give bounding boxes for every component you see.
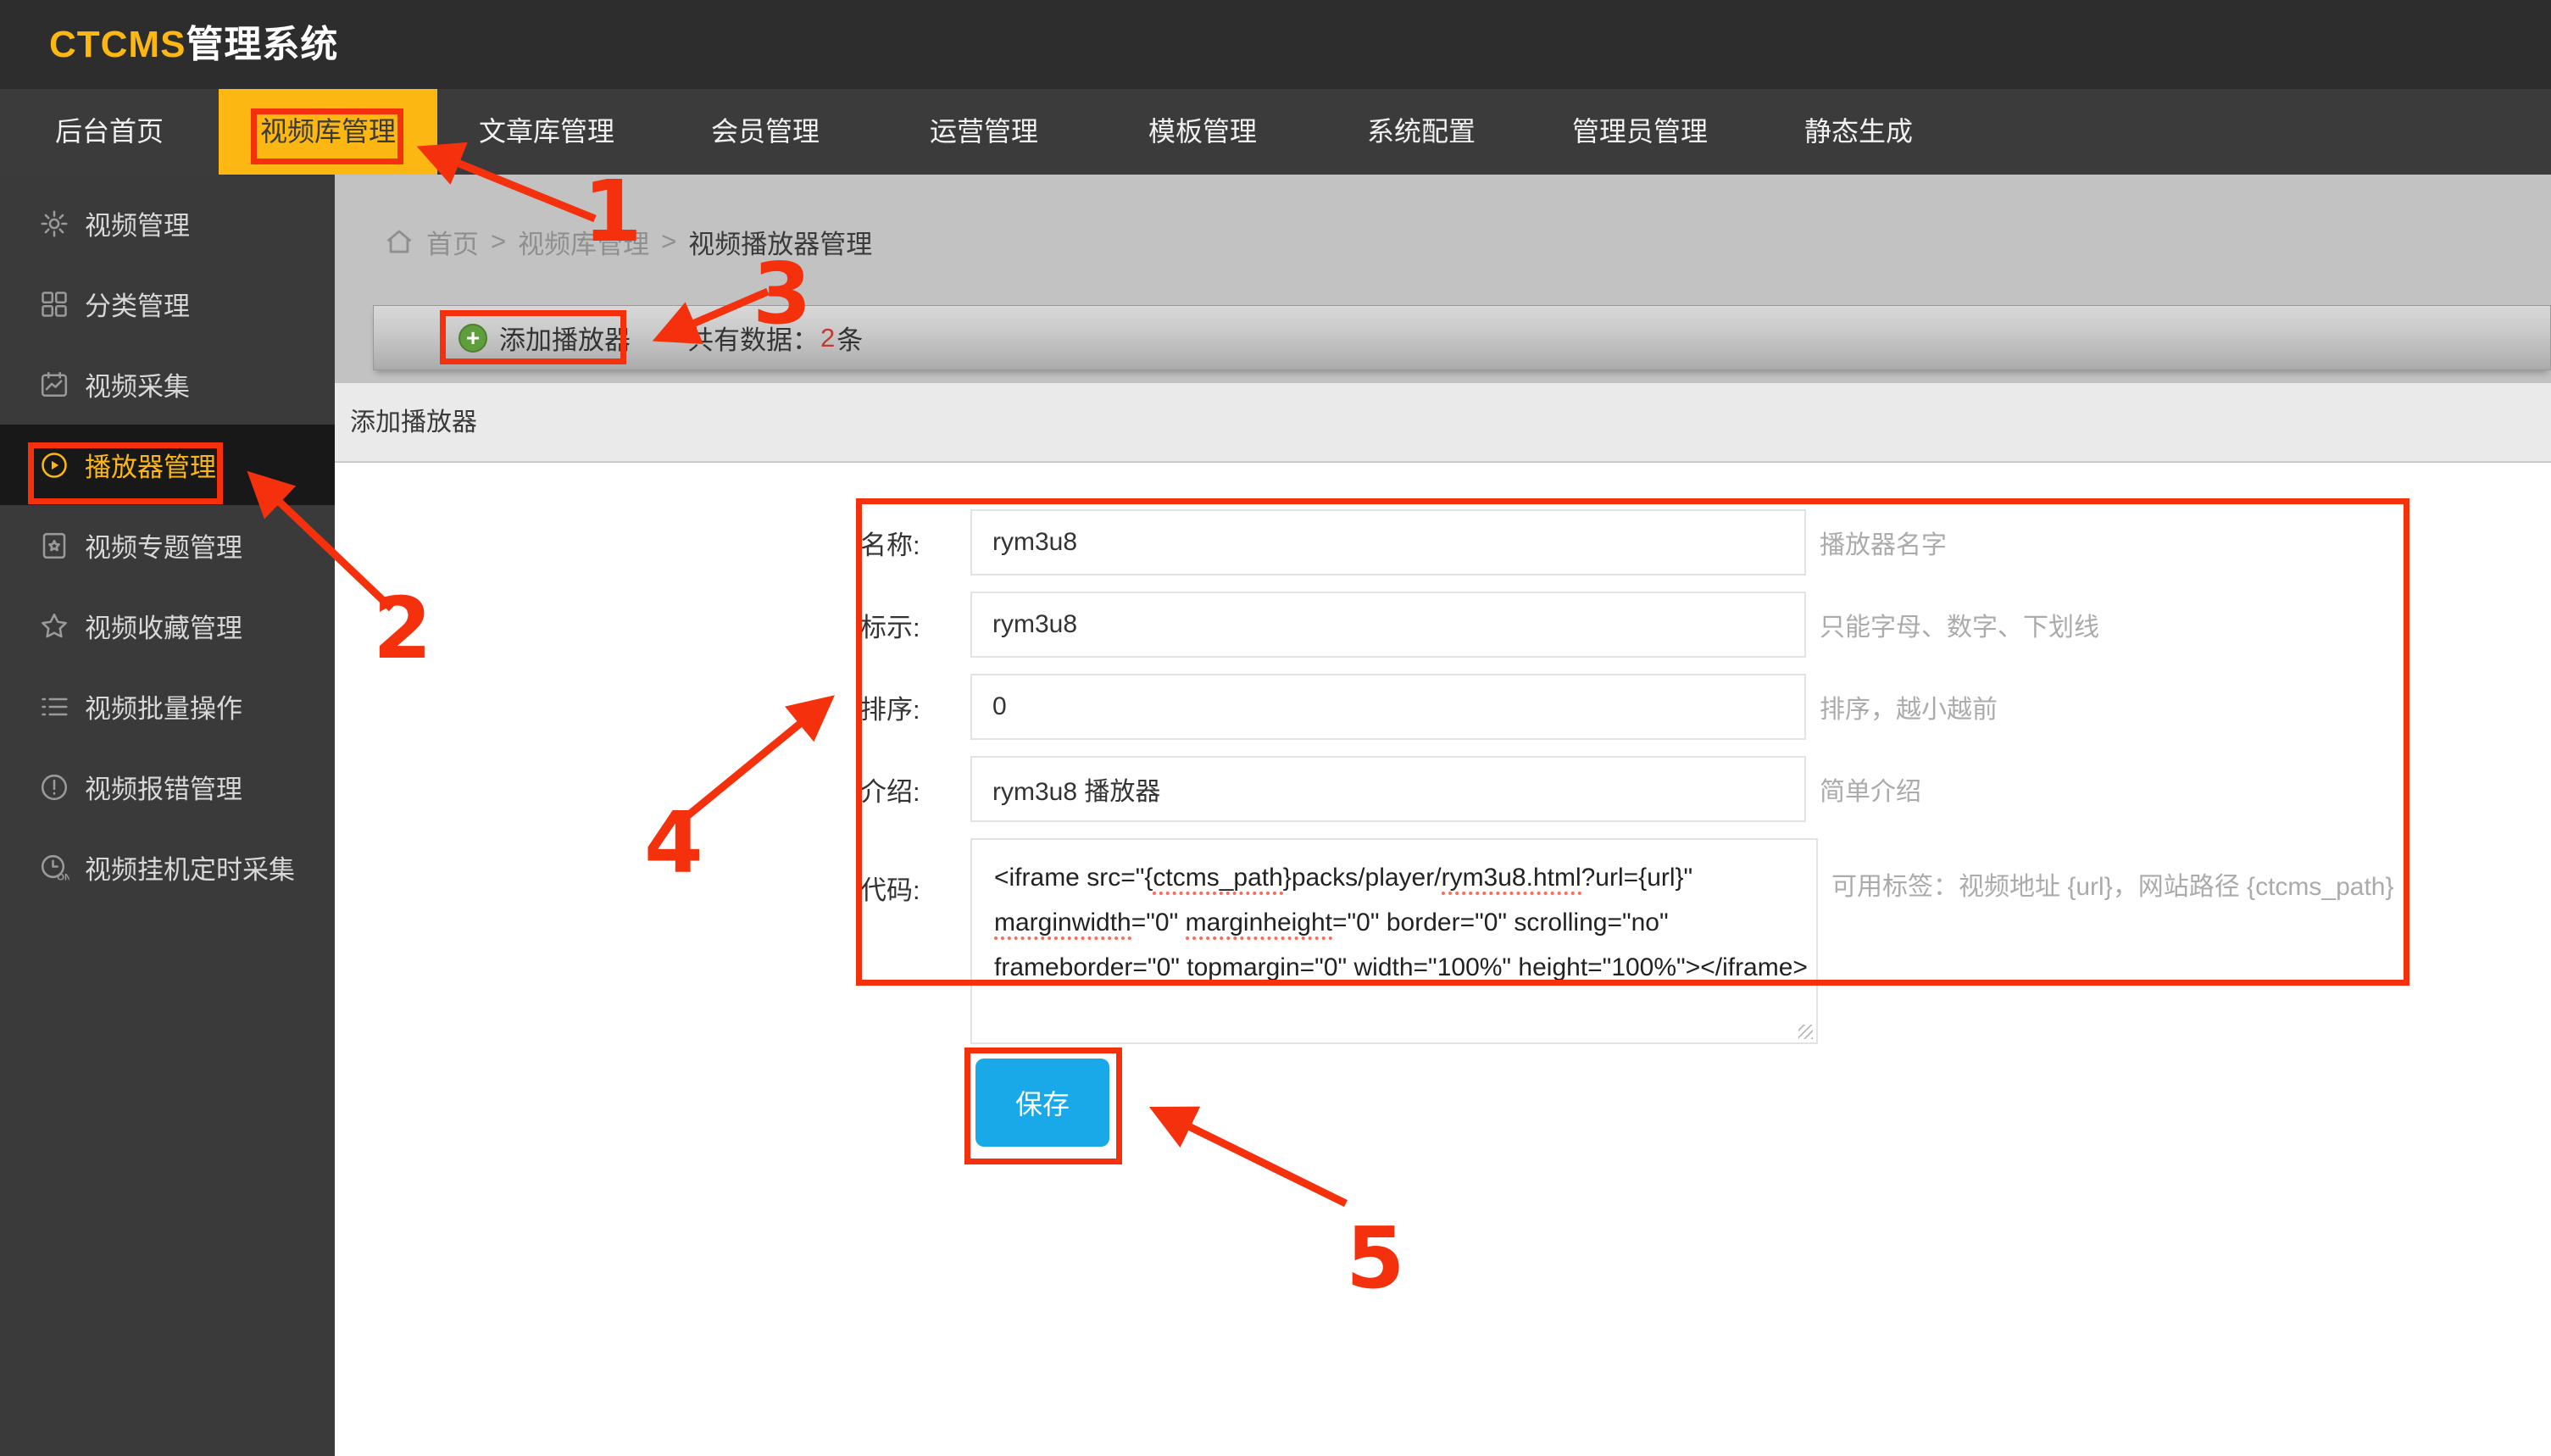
resize-handle-icon[interactable] [1798,1025,1813,1039]
main-content: 首页 > 视频库管理 > 视频播放器管理 + 添加播放器 共有数据：2条 添加播… [335,175,2551,1456]
collect-icon [39,370,69,400]
form-row-intro: 介绍: 简单介绍 [860,756,2394,822]
flag-input[interactable] [970,592,1806,658]
sidebar-item-label: 视频专题管理 [85,526,242,564]
breadcrumb-video-library[interactable]: 视频库管理 [518,223,649,261]
flag-hint: 只能字母、数字、下划线 [1820,606,2099,643]
sidebar-item-video-favorites-management[interactable]: 视频收藏管理 [0,586,335,666]
add-player-panel: 添加播放器 名称: 播放器名字 标示: 只能字母、数字、下划线 排序: [335,383,2551,1456]
sidebar-item-label: 视频管理 [85,204,190,242]
nav-tab-members[interactable]: 会员管理 [656,89,875,175]
nav-tab-dashboard[interactable]: 后台首页 [0,89,219,175]
nav-tab-operations[interactable]: 运营管理 [875,89,1093,175]
add-player-button-label: 添加播放器 [499,319,631,357]
flag-label: 标示: [860,606,935,644]
code-content: <iframe src="{ctcms_path}packs/player/ry… [994,855,1794,990]
sidebar-item-video-topic-management[interactable]: 视频专题管理 [0,505,335,586]
intro-hint: 简单介绍 [1820,770,1921,808]
sidebar-item-category-management[interactable]: 分类管理 [0,264,335,344]
sidebar: 视频管理 分类管理 视频采集 播放器管理 视频专题管理 视频收藏管理 [0,175,335,1456]
breadcrumb-separator: > [491,226,506,257]
form-row-flag: 标示: 只能字母、数字、下划线 [860,592,2394,658]
logo-suffix: 管理系统 [186,24,338,65]
sidebar-menu: 视频管理 分类管理 视频采集 播放器管理 视频专题管理 视频收藏管理 [0,175,335,908]
intro-input[interactable] [970,756,1806,822]
sidebar-item-label: 视频报错管理 [85,768,242,806]
app-header: CTCMS管理系统 [0,0,2551,89]
intro-label: 介绍: [860,770,935,809]
count-value: 2 [820,323,835,353]
panel-title: 添加播放器 [335,383,2551,462]
form-row-name: 名称: 播放器名字 [860,509,2394,575]
top-nav: 后台首页 视频库管理 文章库管理 会员管理 运营管理 模板管理 系统配置 管理员… [0,89,2551,175]
error-icon [39,772,69,803]
breadcrumb-current-page: 视频播放器管理 [688,223,872,261]
breadcrumb: 首页 > 视频库管理 > 视频播放器管理 [384,222,872,261]
count-unit: 条 [836,319,863,357]
panel-body: 名称: 播放器名字 标示: 只能字母、数字、下划线 排序: 排序，越小越前 [335,463,2551,1456]
nav-tab-video-library[interactable]: 视频库管理 [219,89,437,175]
sidebar-item-label: 视频采集 [85,365,190,403]
svg-text:ON: ON [57,872,69,882]
sort-hint: 排序，越小越前 [1820,688,1998,725]
sidebar-item-video-collect[interactable]: 视频采集 [0,344,335,425]
sort-input[interactable] [970,674,1806,740]
sidebar-item-video-management[interactable]: 视频管理 [0,183,335,264]
code-hint: 可用标签：视频地址 {url}，网站路径 {ctcms_path} [1831,838,2394,903]
home-icon [384,227,414,256]
count-label: 共有数据： [687,319,819,357]
save-button[interactable]: 保存 [975,1059,1109,1147]
nav-tab-admins[interactable]: 管理员管理 [1531,89,1749,175]
gear-icon [39,208,69,239]
sidebar-item-label: 视频挂机定时采集 [85,848,295,886]
logo-brand: CTCMS [49,24,186,65]
total-count: 共有数据：2条 [687,306,863,370]
toolbar: + 添加播放器 共有数据：2条 [373,305,2551,370]
sidebar-item-player-management[interactable]: 播放器管理 [0,425,335,505]
sidebar-item-label: 视频批量操作 [85,687,242,725]
sidebar-item-video-scheduled-collect[interactable]: ON 视频挂机定时采集 [0,827,335,908]
name-input[interactable] [970,509,1806,575]
sort-label: 排序: [860,688,935,726]
sidebar-item-label: 播放器管理 [85,446,216,484]
sidebar-item-label: 视频收藏管理 [85,607,242,645]
plus-icon: + [459,324,487,353]
nav-tab-system-config[interactable]: 系统配置 [1312,89,1531,175]
code-label: 代码: [860,838,935,907]
nav-tab-templates[interactable]: 模板管理 [1093,89,1312,175]
list-icon [39,692,69,722]
nav-tab-article-library[interactable]: 文章库管理 [437,89,656,175]
app-logo: CTCMS管理系统 [49,0,338,89]
star-icon [39,611,69,642]
topic-icon [39,531,69,561]
sidebar-item-video-batch-operations[interactable]: 视频批量操作 [0,666,335,747]
add-player-button[interactable]: + 添加播放器 [459,306,631,370]
sidebar-item-video-error-management[interactable]: 视频报错管理 [0,747,335,827]
add-player-form: 名称: 播放器名字 标示: 只能字母、数字、下划线 排序: 排序，越小越前 [860,509,2394,1147]
name-label: 名称: [860,524,935,562]
ctcms-admin-page: CTCMS管理系统 后台首页 视频库管理 文章库管理 会员管理 运营管理 模板管… [0,0,2551,1456]
play-circle-icon [39,450,69,481]
breadcrumb-separator: > [661,226,676,257]
breadcrumb-home[interactable]: 首页 [426,223,479,261]
form-row-code: 代码: <iframe src="{ctcms_path}packs/playe… [860,838,2394,1044]
name-hint: 播放器名字 [1820,524,1947,561]
nav-tab-static-generation[interactable]: 静态生成 [1749,89,1968,175]
code-textarea[interactable]: <iframe src="{ctcms_path}packs/player/ry… [970,838,1818,1044]
grid-icon [39,289,69,320]
timer-icon: ON [39,853,69,883]
sidebar-item-label: 分类管理 [85,285,190,323]
form-row-sort: 排序: 排序，越小越前 [860,674,2394,740]
